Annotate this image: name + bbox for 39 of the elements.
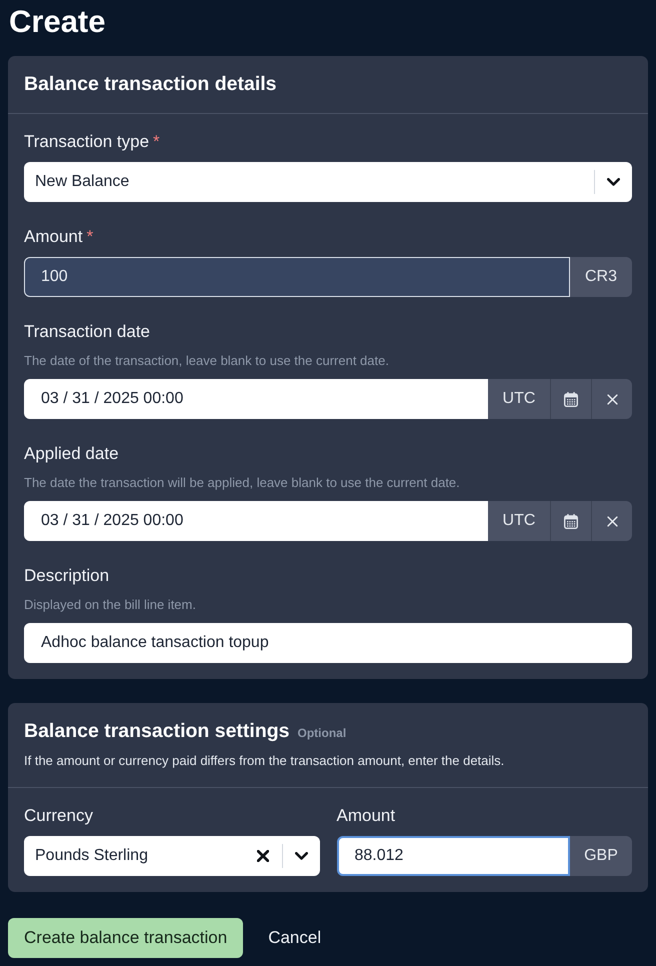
section-title: Balance transaction details: [24, 72, 277, 96]
field-label: Applied date: [24, 443, 119, 465]
timezone-label: UTC: [488, 501, 550, 541]
field-hint: The date of the transaction, leave blank to use the current date.: [24, 352, 389, 370]
calendar-button[interactable]: [550, 501, 591, 541]
unit-label: GBP: [570, 836, 632, 876]
field-hint: Displayed on the bill line item.: [24, 596, 196, 614]
text-field[interactable]: Adhoc balance tansaction topup: [24, 623, 632, 663]
field-label: Currency: [24, 805, 93, 827]
amount-field[interactable]: 88.012: [336, 836, 570, 876]
dropdown-field[interactable]: New Balance: [24, 162, 632, 202]
optional-tag: Optional: [298, 726, 346, 740]
dropdown-field[interactable]: Pounds Sterling: [24, 836, 320, 876]
calendar-button[interactable]: [550, 379, 591, 419]
field-label: Amount: [336, 805, 396, 827]
clear-button[interactable]: [591, 379, 632, 419]
date-field[interactable]: 03 / 31 / 2025 00:00: [24, 379, 488, 419]
cross-icon: [606, 394, 618, 404]
field-hint: The date the transaction will be applied, leave blank to use the current date.: [24, 474, 460, 492]
field-label: Description: [24, 565, 110, 587]
amount-field[interactable]: 100: [24, 257, 570, 297]
calendar-icon: [564, 392, 578, 406]
field-label: Amount *: [24, 226, 94, 248]
timezone-label: UTC: [488, 379, 550, 419]
create-button[interactable]: Create balance transaction: [8, 918, 244, 958]
cross-icon: [257, 850, 269, 862]
chevron-down-icon: [607, 178, 620, 186]
cancel-button[interactable]: Cancel: [252, 918, 338, 958]
section-title: Balance transaction settings: [24, 719, 290, 743]
cross-icon: [606, 516, 618, 526]
chevron-down-icon: [294, 852, 308, 860]
unit-label: CR3: [570, 257, 632, 297]
field-label: Transaction type *: [24, 131, 160, 153]
field-label: Transaction date: [24, 321, 150, 343]
clear-button[interactable]: [591, 501, 632, 541]
section-description: If the amount or currency paid differs from the transaction amount, enter the details.: [24, 752, 506, 770]
date-field[interactable]: 03 / 31 / 2025 00:00: [24, 501, 488, 541]
calendar-icon: [564, 514, 578, 528]
page-title: Create: [9, 3, 106, 41]
